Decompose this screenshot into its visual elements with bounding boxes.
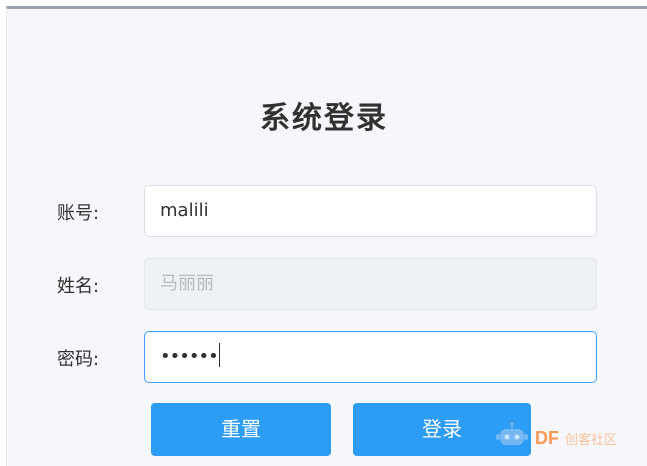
name-row: 姓名: 马丽丽 <box>7 258 647 310</box>
password-masked-value: •••••• <box>160 346 219 367</box>
account-row: 账号: malili <box>7 185 647 237</box>
account-input[interactable]: malili <box>144 185 597 237</box>
watermark: DF 创客社区 <box>495 418 617 458</box>
account-value: malili <box>160 200 209 221</box>
name-input: 马丽丽 <box>144 258 597 310</box>
name-placeholder: 马丽丽 <box>160 273 214 294</box>
robot-logo-icon <box>495 421 529 455</box>
password-label: 密码: <box>57 349 100 370</box>
login-title: 系统登录 <box>260 101 388 136</box>
text-caret <box>218 343 220 367</box>
watermark-brand: DF <box>535 427 559 448</box>
reset-button[interactable]: 重置 <box>151 403 331 456</box>
password-input[interactable]: •••••• <box>144 331 597 383</box>
login-panel: 系统登录 账号: malili 姓名: 马丽丽 密码: •••••• 重置 登录 <box>6 6 647 466</box>
name-label: 姓名: <box>57 276 100 297</box>
password-row: 密码: •••••• <box>7 331 647 383</box>
account-label: 账号: <box>57 203 100 224</box>
watermark-text: 创客社区 <box>565 432 618 448</box>
